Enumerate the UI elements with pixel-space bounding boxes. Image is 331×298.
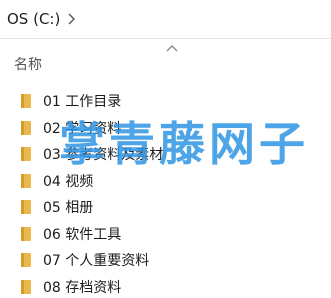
folder-name: 02 学习资料: [43, 120, 122, 137]
chevron-right-icon[interactable]: [66, 12, 76, 26]
folder-name: 06 软件工具: [43, 226, 122, 243]
folder-icon: [21, 94, 31, 108]
list-item[interactable]: 05 相册: [0, 194, 331, 221]
address-bar: OS (C:): [0, 0, 331, 39]
list-item[interactable]: 02 学习资料: [0, 115, 331, 142]
list-item[interactable]: 04 视频: [0, 168, 331, 195]
folder-icon: [21, 120, 31, 135]
file-explorer-window: OS (C:) 名称 01 工作目录 02 学习资料 03 参考资料及素材 04…: [0, 0, 331, 298]
folder-icon: [21, 173, 31, 188]
folder-name: 05 相册: [43, 200, 94, 216]
folder-name: 08 存档资料: [43, 279, 122, 296]
folder-icon: [21, 147, 31, 161]
chevron-up-icon: [166, 45, 178, 52]
folder-list: 01 工作目录 02 学习资料 03 参考资料及素材 04 视频 05 相册 0…: [0, 88, 331, 298]
list-item[interactable]: 08 存档资料: [0, 274, 331, 298]
list-item[interactable]: 01 工作目录: [0, 88, 331, 115]
folder-icon: [21, 200, 31, 214]
folder-icon: [21, 226, 31, 241]
name-column-header[interactable]: 名称: [14, 54, 42, 76]
folder-icon: [21, 279, 31, 294]
list-item[interactable]: 06 软件工具: [0, 221, 331, 248]
list-item[interactable]: 03 参考资料及素材: [0, 141, 331, 168]
breadcrumb-drive[interactable]: OS (C:): [7, 10, 60, 28]
folder-name: 04 视频: [43, 173, 94, 190]
folder-icon: [21, 253, 31, 267]
folder-name: 03 参考资料及素材: [43, 147, 164, 163]
list-item[interactable]: 07 个人重要资料: [0, 247, 331, 274]
folder-name: 07 个人重要资料: [43, 253, 150, 269]
folder-name: 01 工作目录: [43, 94, 122, 110]
